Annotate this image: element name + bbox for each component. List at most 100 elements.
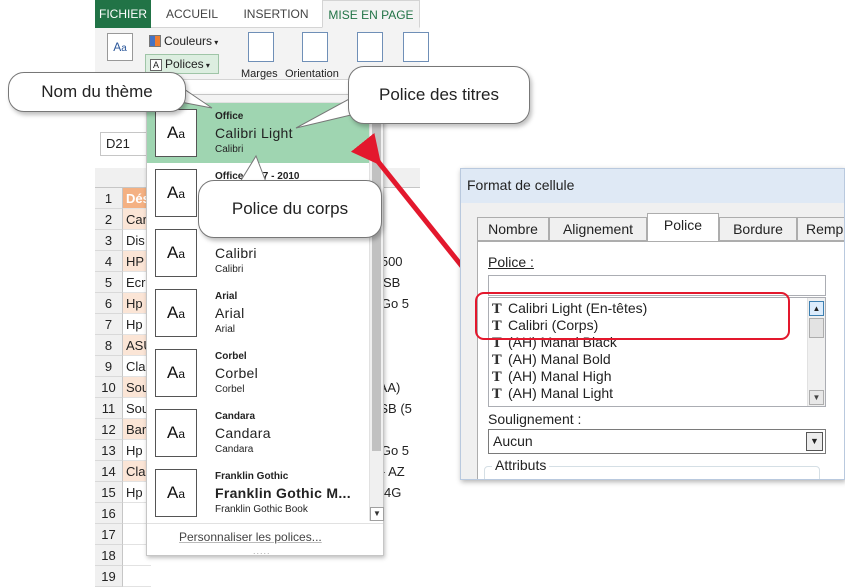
font-list-scrollbar[interactable]: ▲ ▼: [807, 298, 825, 406]
name-box[interactable]: D21: [100, 132, 148, 156]
row-header[interactable]: 5: [95, 272, 123, 293]
font-preview-icon: Aa: [155, 469, 197, 517]
font-list-item[interactable]: T (AH) Manal Bold: [492, 351, 611, 368]
font-preview-icon: Aa: [155, 409, 197, 457]
tab-accueil[interactable]: ACCUEIL: [157, 0, 227, 28]
heading-font-callout: Police des titres: [348, 66, 530, 124]
theme-name-callout: Nom du thème: [8, 72, 186, 112]
font-theme-item[interactable]: Aa Candara Candara Candara: [147, 403, 369, 463]
theme-fonts-highlight: [475, 292, 790, 340]
font-theme-heading: Arial: [215, 305, 245, 321]
font-preview-icon: Aa: [155, 229, 197, 277]
scroll-down-arrow-icon[interactable]: ▼: [370, 507, 384, 521]
row-header[interactable]: 17: [95, 524, 123, 545]
font-a-icon: A: [150, 59, 162, 71]
margins-icon[interactable]: [248, 32, 274, 62]
font-theme-item[interactable]: Aa Office Calibri Light Calibri: [147, 103, 369, 163]
row-header[interactable]: 6: [95, 293, 123, 314]
resize-grip-icon[interactable]: .....: [253, 546, 271, 556]
tab-insertion[interactable]: INSERTION: [235, 0, 317, 28]
font-theme-heading: Calibri: [215, 245, 257, 261]
row-header[interactable]: 3: [95, 230, 123, 251]
themes-icon[interactable]: Aa: [107, 33, 133, 61]
font-preview-icon: Aa: [155, 169, 197, 217]
tab-remplissage[interactable]: Remp: [797, 217, 844, 241]
font-theme-item[interactable]: Aa Franklin Gothic Franklin Gothic M... Fra…: [147, 463, 369, 523]
customize-fonts-link[interactable]: Personnaliser les polices...: [179, 530, 322, 544]
row-header[interactable]: 8: [95, 335, 123, 356]
tab-mise-en-page[interactable]: MISE EN PAGE: [322, 0, 420, 28]
font-theme-heading: Candara: [215, 425, 271, 441]
font-theme-name: Office: [215, 111, 244, 122]
row-header[interactable]: 10: [95, 377, 123, 398]
truetype-icon: T: [492, 387, 502, 402]
row-header[interactable]: 12: [95, 419, 123, 440]
fonts-label: Polices: [165, 57, 204, 71]
margins-label[interactable]: Marges: [241, 68, 278, 80]
font-tab-panel: Police : ▲ ▼ T Calibri Light (En-têtes) T C…: [477, 241, 844, 479]
underline-select[interactable]: Aucun ▼: [488, 429, 826, 454]
scroll-down-arrow-icon[interactable]: ▼: [809, 390, 824, 405]
font-list-scroll-thumb[interactable]: [809, 318, 824, 338]
font-theme-body: Calibri: [215, 144, 244, 155]
font-theme-name: Arial: [215, 291, 238, 302]
underline-label: Soulignement :: [488, 411, 582, 427]
tab-alignement[interactable]: Alignement: [549, 217, 647, 241]
font-theme-heading: Franklin Gothic M...: [215, 485, 351, 501]
underline-value: Aucun: [493, 433, 533, 449]
font-list-item[interactable]: T (AH) Manal Light: [492, 385, 613, 402]
tab-bordure[interactable]: Bordure: [719, 217, 797, 241]
color-swatch-icon: [149, 35, 161, 47]
row-header[interactable]: 2: [95, 209, 123, 230]
row-header[interactable]: 16: [95, 503, 123, 524]
font-preview-icon: Aa: [155, 109, 197, 157]
colors-button[interactable]: Couleurs ▾: [149, 34, 218, 48]
font-theme-name: Franklin Gothic: [215, 471, 289, 482]
row-header[interactable]: 13: [95, 440, 123, 461]
font-theme-body: Calibri: [215, 264, 244, 275]
dialog-title: Format de cellule: [467, 177, 575, 193]
tab-nombre[interactable]: Nombre: [477, 217, 549, 241]
row-header[interactable]: 1: [95, 188, 123, 209]
police-label: Police :: [488, 254, 534, 270]
font-theme-body: Arial: [215, 324, 236, 335]
orientation-icon[interactable]: [302, 32, 328, 62]
font-theme-name: Candara: [215, 411, 256, 422]
dropdown-footer: Personnaliser les polices... .....: [147, 523, 383, 556]
row-header[interactable]: 19: [95, 566, 123, 587]
row-header[interactable]: 11: [95, 398, 123, 419]
row-header[interactable]: 15: [95, 482, 123, 503]
size-icon[interactable]: [357, 32, 383, 62]
font-theme-item[interactable]: Aa Arial Arial Arial: [147, 283, 369, 343]
tab-police[interactable]: Police: [647, 213, 719, 242]
row-header[interactable]: 7: [95, 314, 123, 335]
font-theme-heading: Corbel: [215, 365, 259, 381]
body-font-callout: Police du corps: [198, 180, 382, 238]
dropdown-scrollbar[interactable]: ▼: [369, 103, 384, 521]
ribbon-tab-bar: FICHIER ACCUEIL INSERTION MISE EN PAGE: [95, 0, 420, 28]
font-theme-item[interactable]: Aa Corbel Corbel Corbel: [147, 343, 369, 403]
row-header[interactable]: 9: [95, 356, 123, 377]
font-theme-heading: Calibri Light: [215, 125, 293, 141]
font-list-item[interactable]: T (AH) Manal High: [492, 368, 611, 385]
print-area-icon[interactable]: [403, 32, 429, 62]
row-header[interactable]: 14: [95, 461, 123, 482]
fonts-dropdown: Aa Office Calibri Light Calibri Aa Office 200…: [146, 94, 384, 556]
chevron-down-icon[interactable]: ▼: [806, 432, 823, 451]
font-preview-icon: Aa: [155, 289, 197, 337]
truetype-icon: T: [492, 353, 502, 368]
colors-label: Couleurs: [164, 34, 213, 48]
cell-a[interactable]: [123, 566, 151, 587]
scroll-up-arrow-icon[interactable]: ▲: [809, 301, 824, 316]
font-theme-body: Corbel: [215, 384, 245, 395]
scrollbar-thumb[interactable]: [372, 109, 381, 451]
font-preview-icon: Aa: [155, 349, 197, 397]
row-header[interactable]: 4: [95, 251, 123, 272]
fonts-button-label-wrap[interactable]: A Polices ▾: [150, 57, 210, 71]
font-theme-body: Candara: [215, 444, 254, 455]
font-theme-body: Franklin Gothic Book: [215, 504, 308, 515]
row-header[interactable]: 18: [95, 545, 123, 566]
orientation-label[interactable]: Orientation: [285, 68, 339, 80]
font-theme-name: Corbel: [215, 351, 247, 362]
tab-fichier[interactable]: FICHIER: [95, 0, 151, 28]
